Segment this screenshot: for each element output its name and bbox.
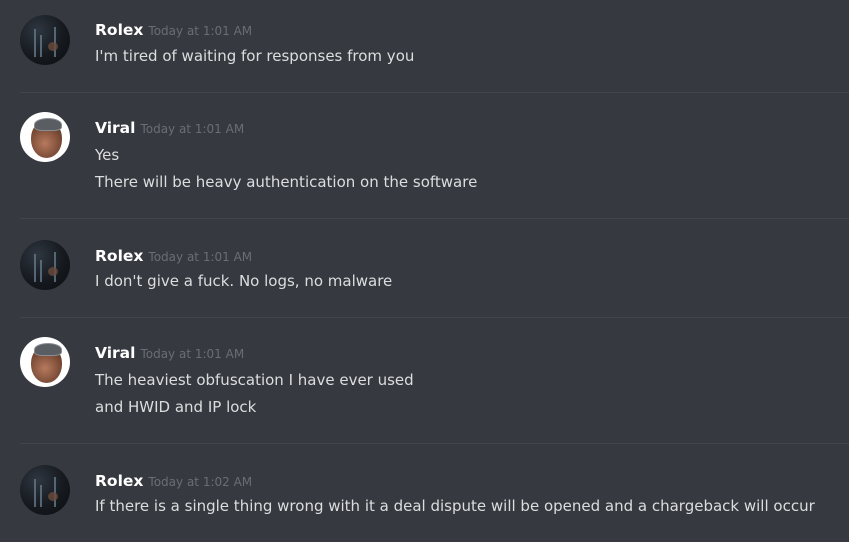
avatar[interactable]	[20, 337, 70, 387]
username[interactable]: Viral	[95, 344, 135, 362]
message-text: The heaviest obfuscation I have ever use…	[95, 371, 414, 389]
avatar[interactable]	[20, 240, 70, 290]
timestamp: Today at 1:01 AM	[148, 250, 253, 264]
message-header: Viral Today at 1:01 AM	[95, 118, 244, 137]
timestamp: Today at 1:01 AM	[148, 24, 253, 38]
message-header: Rolex Today at 1:01 AM	[95, 246, 252, 265]
message-divider	[20, 443, 849, 444]
avatar[interactable]	[20, 15, 70, 65]
username[interactable]: Rolex	[95, 472, 143, 490]
username[interactable]: Viral	[95, 119, 135, 137]
username[interactable]: Rolex	[95, 247, 143, 265]
avatar[interactable]	[20, 112, 70, 162]
message-header: Rolex Today at 1:01 AM	[95, 20, 252, 39]
chat-messages: Rolex Today at 1:01 AM I'm tired of waiti…	[0, 0, 849, 542]
avatar[interactable]	[20, 465, 70, 515]
username[interactable]: Rolex	[95, 21, 143, 39]
message-text: Yes	[95, 146, 120, 164]
timestamp: Today at 1:01 AM	[140, 347, 245, 361]
message-text: I don't give a fuck. No logs, no malware	[95, 272, 393, 290]
timestamp: Today at 1:02 AM	[148, 475, 253, 489]
message-text: If there is a single thing wrong with it…	[95, 497, 815, 515]
message-text: There will be heavy authentication on th…	[95, 173, 478, 191]
message-divider	[20, 218, 849, 219]
timestamp: Today at 1:01 AM	[140, 122, 245, 136]
message-divider	[20, 317, 849, 318]
message-header: Rolex Today at 1:02 AM	[95, 471, 252, 490]
message-text: and HWID and IP lock	[95, 398, 257, 416]
message-text: I'm tired of waiting for responses from …	[95, 47, 415, 65]
message-divider	[20, 92, 849, 93]
message-header: Viral Today at 1:01 AM	[95, 343, 244, 362]
